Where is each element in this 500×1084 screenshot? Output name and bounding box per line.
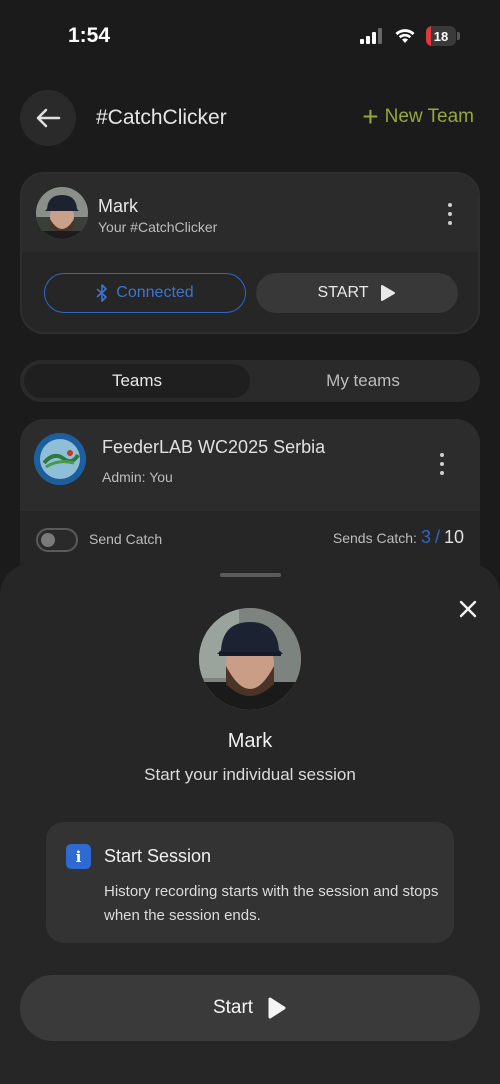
status-icons: 18 [360,26,460,46]
user-name: Mark [98,196,138,216]
tab-teams[interactable]: Teams [24,364,250,398]
arrow-left-icon [36,108,61,128]
close-icon [459,600,477,618]
play-icon [268,997,286,1019]
start-session-label: Start [212,997,254,1018]
sends-catch-label: Sends Catch: [332,530,417,546]
info-title: Start Session [104,846,212,866]
battery-icon: 18 [426,26,460,46]
user-card: Mark Your #CatchClicker Connected START [20,172,480,334]
start-button-small[interactable]: START [256,273,458,313]
signal-icon [360,28,382,44]
team-logo [34,433,86,485]
user-menu-icon[interactable] [440,200,460,228]
tab-my-teams[interactable]: My teams [250,364,476,398]
sheet-subtitle: Start your individual session [144,765,356,784]
team-tabs: Teams My teams [20,360,480,402]
sends-catch-counter: Sends Catch: 3 / 10 [333,527,464,548]
page-title: #CatchClicker [96,106,227,129]
new-team-label: New Team [384,106,474,127]
plus-icon: + [362,101,379,132]
user-avatar [36,187,88,239]
play-icon [381,285,396,301]
sends-total: 10 [443,527,464,547]
team-admin: Admin: You [102,469,173,485]
connected-button[interactable]: Connected [44,273,246,313]
send-catch-toggle[interactable] [36,528,78,552]
status-time: 1:54 [68,24,111,47]
sends-separator: / [434,527,440,547]
start-session-sheet: Mark Start your individual session i Sta… [0,563,500,1084]
info-icon: i [66,844,91,869]
close-button[interactable] [456,597,480,621]
send-catch-label: Send Catch [89,531,163,547]
team-name: FeederLAB WC2025 Serbia [102,437,326,457]
sheet-avatar [199,608,301,710]
info-text: History recording starts with the sessio… [104,883,439,924]
team-menu-icon[interactable] [432,450,452,478]
sends-count: 3 [420,527,431,547]
start-label-small: START [317,284,369,301]
user-subtitle: Your #CatchClicker [98,219,218,235]
back-button[interactable] [20,90,76,146]
sheet-handle[interactable] [220,573,281,577]
connected-label: Connected [116,284,194,301]
start-session-button[interactable]: Start [20,975,480,1041]
bluetooth-icon [96,284,108,302]
sheet-user-name: Mark [227,730,273,752]
wifi-icon [395,29,415,43]
info-box: i Start Session History recording starts… [46,822,454,943]
new-team-button[interactable]: + New Team [362,101,474,132]
battery-level: 18 [433,28,449,44]
